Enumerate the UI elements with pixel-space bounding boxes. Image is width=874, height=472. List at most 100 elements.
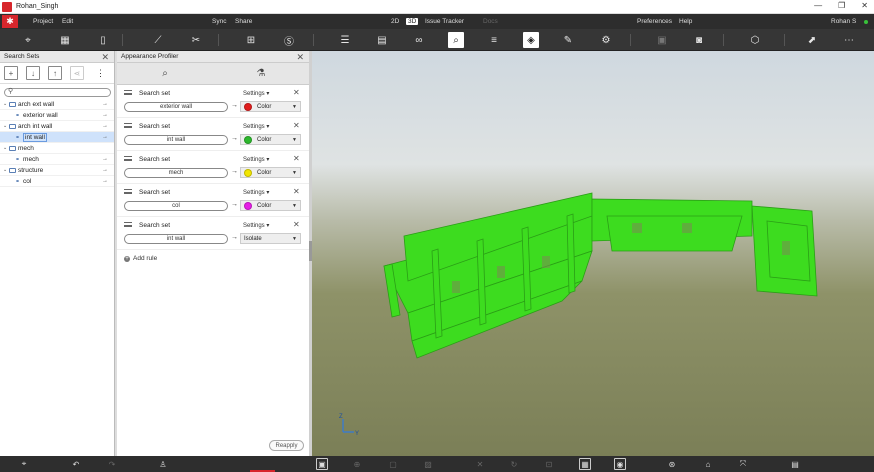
drag-handle-icon[interactable]: [124, 156, 132, 161]
grid-view-icon[interactable]: ▦: [579, 458, 591, 470]
arrow-right-icon[interactable]: →: [102, 123, 108, 129]
user-name[interactable]: Rohan S: [831, 18, 856, 25]
ruler-icon[interactable]: ⟋: [150, 32, 166, 48]
new-folder-icon[interactable]: +: [4, 66, 18, 80]
rule-action-dropdown[interactable]: Color ▼: [240, 167, 301, 178]
arrow-right-icon[interactable]: →: [102, 134, 108, 140]
menu-edit[interactable]: Edit: [62, 18, 73, 25]
location-icon[interactable]: ⌖: [18, 458, 30, 470]
viewport-canvas[interactable]: Z Y: [312, 51, 874, 456]
settings-dropdown[interactable]: Settings ▾: [243, 189, 269, 196]
settings-dropdown[interactable]: Settings ▾: [243, 156, 269, 163]
settings-dropdown[interactable]: Settings ▾: [243, 222, 269, 229]
rule-action-dropdown[interactable]: Color ▼: [240, 200, 301, 211]
tree-folder-arch-int-wall[interactable]: ⌄ arch int wall →: [0, 121, 114, 132]
search-sets-icon[interactable]: ⌕: [448, 32, 464, 48]
rule-value-field[interactable]: int wall: [124, 135, 228, 145]
cube-icon[interactable]: ⬡: [747, 32, 763, 48]
tree-folder-arch-ext-wall[interactable]: ⌄ arch ext wall →: [0, 99, 114, 110]
menu-help[interactable]: Help: [679, 18, 692, 25]
list-icon[interactable]: ▤: [374, 32, 390, 48]
more-vertical-icon[interactable]: ⋮: [96, 68, 105, 79]
walk-person-icon[interactable]: ♙: [157, 458, 169, 470]
close-icon[interactable]: ✕: [101, 52, 109, 63]
settings-gear-icon[interactable]: ⚙: [598, 32, 614, 48]
color-swatch[interactable]: [244, 102, 252, 111]
rule-action-dropdown[interactable]: Color ▼: [240, 101, 301, 112]
location-pin-icon[interactable]: ⌖: [20, 32, 36, 48]
import-icon[interactable]: ↓: [26, 66, 40, 80]
tree-set-int-wall[interactable]: ⚭ int wall →: [0, 132, 114, 143]
remove-rule-icon[interactable]: ✕: [293, 220, 300, 229]
fit-view-icon[interactable]: ⤧: [737, 458, 749, 470]
drag-handle-icon[interactable]: [124, 189, 132, 194]
rule-value-field[interactable]: exterior wall: [124, 102, 228, 112]
color-swatch[interactable]: [244, 135, 252, 144]
rule-value-field[interactable]: mech: [124, 168, 228, 178]
tree-folder-structure[interactable]: ⌄ structure →: [0, 165, 114, 176]
door-icon[interactable]: ▯: [95, 32, 111, 48]
menu-issue-tracker[interactable]: Issue Tracker: [425, 18, 464, 25]
settings-dropdown[interactable]: Settings ▾: [243, 90, 269, 97]
mode-2d[interactable]: 2D: [391, 18, 399, 25]
arrow-right-icon[interactable]: →: [102, 167, 108, 173]
screen-icon[interactable]: ▣: [654, 32, 670, 48]
map-icon[interactable]: ▦: [57, 32, 73, 48]
hide-icon[interactable]: ⊕: [351, 458, 363, 470]
scissors-icon[interactable]: ✂: [188, 32, 204, 48]
tree-set-mech[interactable]: ⚭ mech →: [0, 154, 114, 165]
share-icon[interactable]: ⋖: [70, 66, 84, 80]
rule-value-field[interactable]: col: [124, 201, 228, 211]
layers-icon[interactable]: ☰: [337, 32, 353, 48]
remove-rule-icon[interactable]: ✕: [293, 121, 300, 130]
edit-properties-icon[interactable]: ✎: [560, 32, 576, 48]
menu-docs[interactable]: Docs: [483, 18, 498, 25]
arrow-right-icon[interactable]: →: [102, 101, 108, 107]
arrow-right-icon[interactable]: →: [102, 178, 108, 184]
properties-panel-icon[interactable]: ▤: [789, 458, 801, 470]
viewpoint-icon[interactable]: ◉: [614, 458, 626, 470]
minimize-button[interactable]: —: [814, 1, 822, 10]
remove-rule-icon[interactable]: ✕: [293, 88, 300, 97]
rotate-icon[interactable]: ↻: [508, 458, 520, 470]
orbit-icon[interactable]: ⊛: [666, 458, 678, 470]
drag-handle-icon[interactable]: [124, 90, 132, 95]
remove-rule-icon[interactable]: ✕: [293, 154, 300, 163]
home-icon[interactable]: ⌂: [702, 458, 714, 470]
tree-set-exterior-wall[interactable]: ⚭ exterior wall →: [0, 110, 114, 121]
color-swatch[interactable]: [244, 168, 252, 177]
arrow-right-icon[interactable]: →: [102, 156, 108, 162]
tab-property-rules[interactable]: ⚗: [213, 63, 309, 84]
add-rule-button[interactable]: + Add rule: [124, 255, 157, 262]
search-sets-search-input[interactable]: ⚲: [4, 88, 111, 97]
export-icon[interactable]: ⬈: [804, 32, 820, 48]
export-icon[interactable]: ↑: [48, 66, 62, 80]
remove-rule-icon[interactable]: ✕: [293, 187, 300, 196]
wall-segment[interactable]: [606, 215, 743, 252]
clash-list-icon[interactable]: ≡: [486, 32, 502, 48]
color-swatch[interactable]: [244, 201, 252, 210]
cut-icon[interactable]: ✕: [474, 458, 486, 470]
rule-action-dropdown[interactable]: Color ▼: [240, 134, 301, 145]
mode-3d[interactable]: 3D: [406, 18, 419, 25]
rule-action-dropdown[interactable]: Isolate ▼: [240, 233, 301, 244]
close-window-button[interactable]: ✕: [861, 1, 868, 10]
select-box-icon[interactable]: ▣: [316, 458, 328, 470]
camera-icon[interactable]: ◙: [691, 32, 707, 48]
menu-share[interactable]: Share: [235, 18, 252, 25]
settings-dropdown[interactable]: Settings ▾: [243, 123, 269, 130]
section-icon[interactable]: ▨: [422, 458, 434, 470]
appearance-profiler-icon[interactable]: ◈: [523, 32, 539, 48]
more-options-icon[interactable]: ⋯: [841, 32, 857, 48]
tree-folder-mech[interactable]: ⌄ mech: [0, 143, 114, 154]
tab-search-set-rules[interactable]: ⌕: [117, 63, 213, 84]
drag-handle-icon[interactable]: [124, 123, 132, 128]
maximize-button[interactable]: ❐: [838, 1, 845, 10]
isolate-icon[interactable]: ▢: [387, 458, 399, 470]
undo-icon[interactable]: ↶: [70, 458, 82, 470]
arrow-right-icon[interactable]: →: [102, 112, 108, 118]
drag-handle-icon[interactable]: [124, 222, 132, 227]
menu-sync[interactable]: Sync: [212, 18, 226, 25]
add-comment-icon[interactable]: ⊞: [243, 32, 259, 48]
st-badge-icon[interactable]: Ⓢ: [281, 32, 297, 48]
